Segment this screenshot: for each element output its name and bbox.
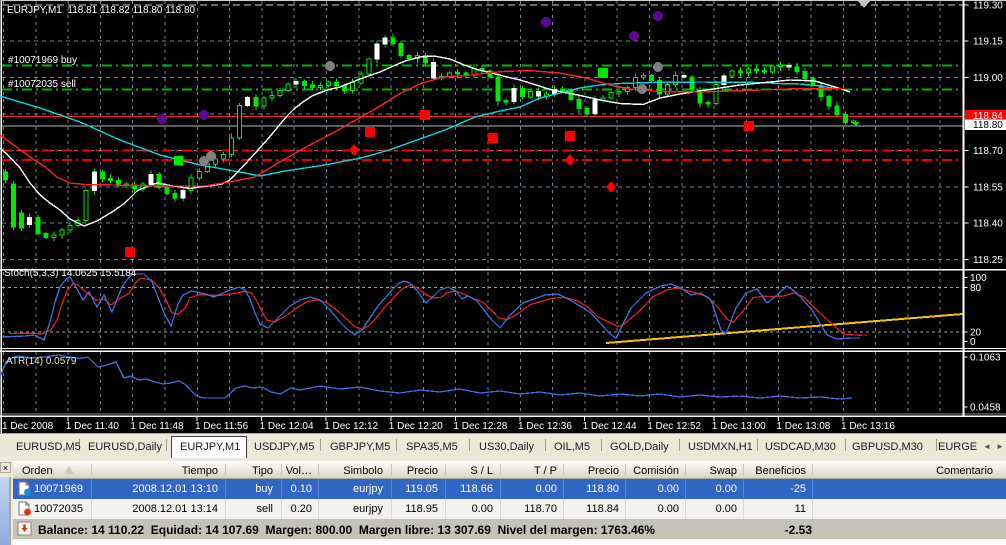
svg-text:0.0458: 0.0458	[970, 403, 1001, 414]
svg-text:1 Dec 13:16: 1 Dec 13:16	[841, 421, 895, 432]
svg-text:118.25: 118.25	[973, 255, 1003, 266]
svg-text:1 Dec 12:20: 1 Dec 12:20	[389, 421, 443, 432]
svg-text:118.80: 118.80	[973, 120, 1003, 131]
svg-text:0: 0	[970, 337, 976, 348]
svg-text:1 Dec 2008: 1 Dec 2008	[2, 421, 54, 432]
svg-text:#10072035 sell: #10072035 sell	[8, 79, 76, 90]
svg-text:ATR(14) 0.0579: ATR(14) 0.0579	[6, 356, 77, 367]
svg-text:118.40: 118.40	[973, 219, 1003, 230]
svg-text:119.15: 119.15	[973, 37, 1003, 48]
svg-text:1 Dec 13:00: 1 Dec 13:00	[712, 421, 766, 432]
svg-text:1 Dec 12:36: 1 Dec 12:36	[518, 421, 572, 432]
svg-text:1 Dec 12:44: 1 Dec 12:44	[583, 421, 637, 432]
svg-text:118.55: 118.55	[973, 182, 1003, 193]
svg-text:1 Dec 12:28: 1 Dec 12:28	[453, 421, 507, 432]
svg-text:1 Dec 12:52: 1 Dec 12:52	[647, 421, 701, 432]
svg-text:1 Dec 12:12: 1 Dec 12:12	[324, 421, 378, 432]
svg-text:1 Dec 12:04: 1 Dec 12:04	[260, 421, 314, 432]
svg-text:1 Dec 11:56: 1 Dec 11:56	[195, 421, 249, 432]
svg-text:EURJPY,M1 118.81 118.82 118.8: EURJPY,M1 118.81 118.82 118.80 118.80	[7, 5, 196, 16]
svg-text:119.00: 119.00	[973, 73, 1003, 84]
svg-text:Stoch(5,3,3) 14.0625 15.5184: Stoch(5,3,3) 14.0625 15.5184	[4, 268, 137, 279]
svg-text:80: 80	[970, 283, 982, 294]
svg-text:0.1063: 0.1063	[970, 353, 1001, 364]
svg-text:#10071969 buy: #10071969 buy	[8, 55, 77, 66]
svg-text:1 Dec 13:08: 1 Dec 13:08	[776, 421, 830, 432]
svg-text:1 Dec 11:48: 1 Dec 11:48	[130, 421, 184, 432]
svg-text:119.30: 119.30	[973, 0, 1003, 11]
svg-text:1 Dec 11:40: 1 Dec 11:40	[66, 421, 120, 432]
svg-text:118.70: 118.70	[973, 146, 1003, 157]
